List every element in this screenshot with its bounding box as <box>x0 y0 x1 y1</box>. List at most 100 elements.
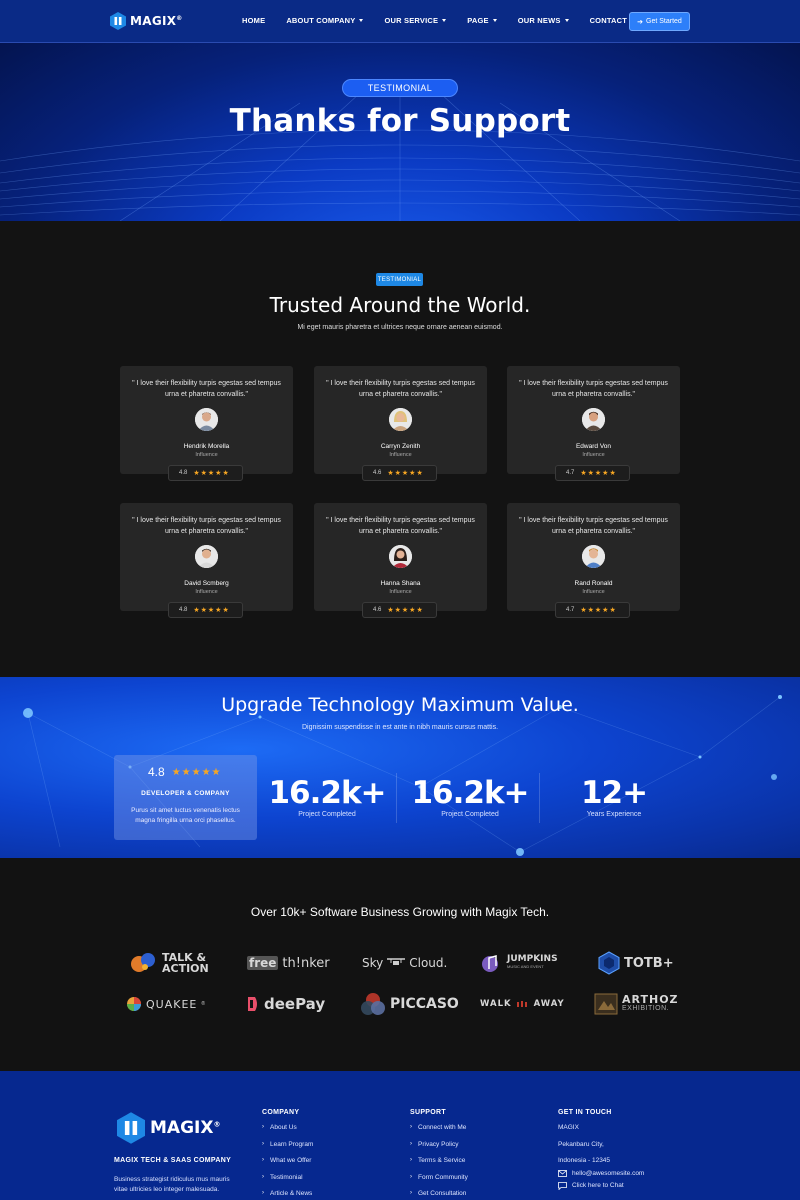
rating-value: 4.8 <box>148 765 165 779</box>
testimonial-role: Influence <box>582 589 605 595</box>
testimonial-name: Rand Ronald <box>574 580 613 587</box>
stat-divider <box>539 773 540 823</box>
contact-chat[interactable]: Click here to Chat <box>558 1182 644 1199</box>
dev-card-title: DEVELOPER & COMPANY <box>141 790 230 797</box>
chevron-right-icon: › <box>410 1124 412 1130</box>
avatar <box>582 408 605 431</box>
stat-value: 16.2k+ <box>268 775 386 811</box>
contact-email[interactable]: hello@awesomesite.com <box>558 1170 644 1182</box>
star-rating-icon: ★★★★★ <box>193 607 230 614</box>
nav-page[interactable]: PAGE <box>467 16 497 25</box>
brand-text: free <box>247 956 279 970</box>
dev-card-desc: Purus sit amet luctus venenatis lectus m… <box>131 807 240 824</box>
brand-text: ARTHOZ <box>622 993 679 1006</box>
rating-pill: 4.7 ★★★★★ <box>555 602 630 618</box>
footer-company: MAGIX TECH & SAAS COMPANY <box>114 1157 232 1164</box>
footer-col-support: SUPPORT › Connect with Me › Privacy Policy… <box>410 1109 468 1200</box>
rating-value: 4.7 <box>566 607 575 613</box>
nav-home[interactable]: HOME <box>242 16 265 25</box>
star-rating-icon: ★★★★★ <box>193 470 230 477</box>
rating-pill: 4.8 ★★★★★ <box>168 602 243 618</box>
footer-link-connect[interactable]: › Connect with Me <box>410 1124 468 1141</box>
brand-arthoz-logo: ARTHOZ EXHIBITION. <box>594 991 679 1017</box>
nav-our-service[interactable]: OUR SERVICE <box>384 16 447 25</box>
chat-bubbles-icon <box>131 953 155 972</box>
star-rating-icon: ★★★★★ <box>580 607 617 614</box>
footer-col-contact: GET IN TOUCH MAGIX Pekanbaru City, Indon… <box>558 1109 644 1199</box>
brand-text: TOTB+ <box>624 955 674 971</box>
main-nav: HOME ABOUT COMPANY OUR SERVICE PAGE OUR … <box>242 16 661 25</box>
site-logo[interactable]: MAGIX® <box>110 11 183 31</box>
brand-piccaso-logo: PICCASO <box>360 991 459 1017</box>
nav-our-news[interactable]: OUR NEWS <box>518 16 569 25</box>
chevron-down-icon <box>442 19 447 22</box>
footer-link-consultation[interactable]: › Get Consultation <box>410 1190 468 1200</box>
site-footer: MAGIX® MAGIX TECH & SAAS COMPANY Busines… <box>0 1071 800 1200</box>
footer-link-learn[interactable]: › Learn Program <box>262 1141 313 1158</box>
footer-logo[interactable]: MAGIX® <box>117 1112 220 1144</box>
testimonial-card: " I love their flexibility turpis egesta… <box>507 366 680 481</box>
page-title: Thanks for Support <box>229 103 571 139</box>
footer-link-forum[interactable]: › Form Community <box>410 1174 468 1191</box>
stats-subtitle: Dignissim suspendisse in est ante in nib… <box>301 724 499 731</box>
chevron-right-icon: › <box>262 1190 264 1196</box>
avatar <box>195 545 218 568</box>
clients-section: Over 10k+ Software Business Growing with… <box>0 858 800 1071</box>
stat-label: Project Completed <box>441 811 499 818</box>
top-navbar: MAGIX® HOME ABOUT COMPANY OUR SERVICE PA… <box>0 0 800 43</box>
rating-pill: 4.6 ★★★★★ <box>362 465 437 481</box>
music-note-icon <box>482 955 498 972</box>
brand-text: deePay <box>264 995 326 1013</box>
brand-totb-logo: TOTB+ <box>598 950 674 976</box>
testimonial-quote: " I love their flexibility turpis egesta… <box>132 380 281 398</box>
chevron-right-icon: › <box>262 1124 264 1130</box>
nav-about-company[interactable]: ABOUT COMPANY <box>286 16 364 25</box>
footer-link-testimonial[interactable]: › Testimonial <box>262 1174 313 1191</box>
footer-link-privacy[interactable]: › Privacy Policy <box>410 1141 468 1158</box>
chat-icon <box>558 1182 567 1190</box>
rating-value: 4.8 <box>179 607 188 613</box>
get-started-button[interactable]: ➔ Get Started <box>629 12 690 31</box>
venn-circles-icon <box>361 993 385 1015</box>
stat-years: 12+ Years Experience <box>554 775 674 818</box>
testimonial-name: Edward Von <box>575 443 612 450</box>
footer-description: Business strategist ridiculus mus mauris… <box>114 1176 230 1193</box>
testimonial-name: Hanna Shana <box>380 580 421 587</box>
testimonial-card: " I love their flexibility turpis egesta… <box>507 503 680 618</box>
stats-title: Upgrade Technology Maximum Value. <box>221 694 579 716</box>
testimonial-card: " I love their flexibility turpis egesta… <box>314 366 487 481</box>
footer-link-terms[interactable]: › Terms & Service <box>410 1157 468 1174</box>
deepay-mark-icon <box>248 997 257 1011</box>
get-started-label: Get Started <box>646 18 682 25</box>
logo-text: MAGIX® <box>130 14 183 28</box>
footer-link-about[interactable]: › About Us <box>262 1124 313 1141</box>
chevron-right-icon: › <box>410 1190 412 1196</box>
chevron-right-icon: › <box>410 1157 412 1163</box>
footsteps-icon <box>516 1001 527 1007</box>
star-rating-icon: ★★★★★ <box>387 470 424 477</box>
brand-mark: ® <box>201 1001 206 1007</box>
brand-text: th!nker <box>282 955 330 971</box>
testimonial-role: Influence <box>195 589 218 595</box>
brand-text: QUAKEE <box>146 997 198 1011</box>
brand-freethinker-logo: free th!nker <box>247 950 330 976</box>
testimonial-quote: " I love their flexibility turpis egesta… <box>326 380 475 398</box>
logo-hexagon-icon <box>110 12 126 30</box>
footer-link-offer[interactable]: › What we Offer <box>262 1157 313 1174</box>
testimonial-card: " I love their flexibility turpis egesta… <box>120 503 293 618</box>
stat-value: 16.2k+ <box>411 775 529 811</box>
footer-col-title: COMPANY <box>262 1109 300 1116</box>
brand-skycloud-logo: Sky Cloud. <box>362 950 447 976</box>
testimonial-name: Carryn Zenith <box>380 443 421 450</box>
chevron-right-icon: › <box>262 1173 264 1180</box>
testimonial-role: Influence <box>582 452 605 458</box>
section-title: Trusted Around the World. <box>269 293 531 317</box>
footer-link-news[interactable]: › Article & News <box>262 1190 313 1200</box>
testimonial-quote: " I love their flexibility turpis egesta… <box>326 517 475 535</box>
testimonial-quote: " I love their flexibility turpis egesta… <box>519 517 668 535</box>
section-tag: TESTIMONIAL <box>376 273 423 286</box>
rating-value: 4.6 <box>373 607 382 613</box>
avatar <box>389 545 412 568</box>
chevron-right-icon: › <box>262 1157 264 1163</box>
star-rating-icon: ★★★★★ <box>171 766 222 778</box>
